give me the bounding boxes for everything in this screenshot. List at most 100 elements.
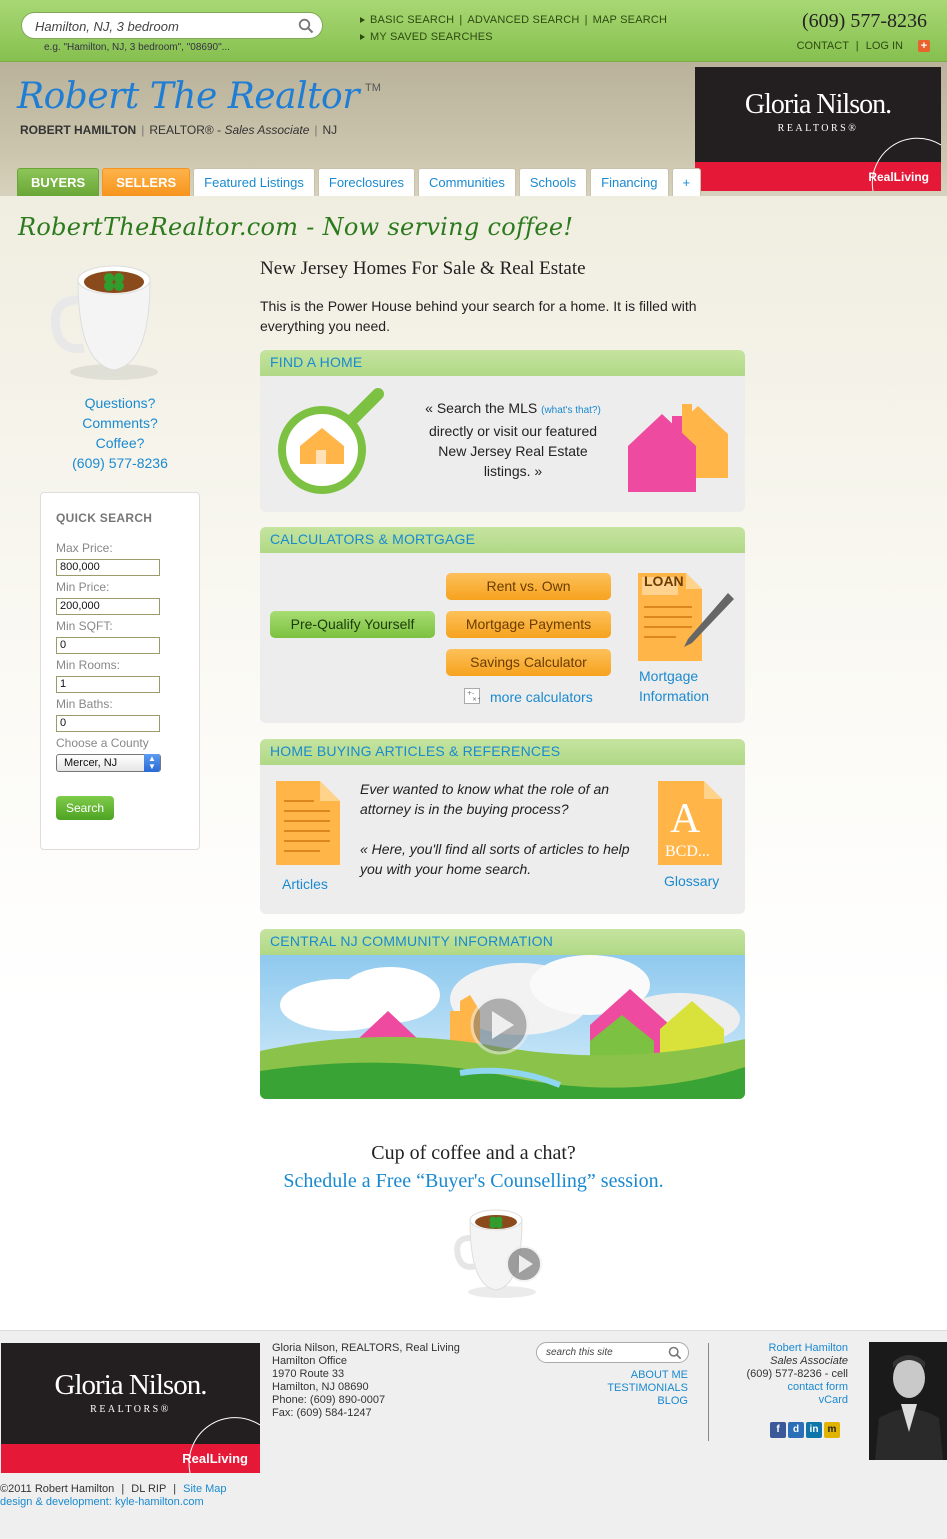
tab-communities[interactable]: Communities — [418, 168, 516, 196]
dl-rip-text: DL RIP — [131, 1483, 167, 1495]
find-home-text-b[interactable]: directly or visit our featured New Jerse… — [429, 423, 597, 479]
saved-searches-link[interactable]: MY SAVED SEARCHES — [370, 31, 493, 43]
contact-form-link[interactable]: contact form — [746, 1381, 848, 1394]
quick-search-panel: QUICK SEARCH Max Price: 800,000 Min Pric… — [40, 492, 200, 850]
max-price-input[interactable]: 800,000 — [56, 559, 160, 576]
glossary-letter: A — [670, 796, 701, 842]
footer-brokerage-logo[interactable]: Gloria Nilson. REALTORS® RealLiving — [1, 1343, 260, 1473]
tab-more[interactable]: + — [671, 168, 702, 196]
search-icon[interactable] — [298, 18, 314, 37]
top-bar: Hamilton, NJ, 3 bedroom e.g. "Hamilton, … — [0, 0, 947, 62]
savings-calculator-button[interactable]: Savings Calculator — [446, 649, 611, 676]
articles-header[interactable]: HOME BUYING ARTICLES & REFERENCES — [260, 739, 745, 765]
digg-icon[interactable]: d — [788, 1422, 804, 1438]
loan-label: LOAN — [644, 573, 684, 589]
address-line: Fax: (609) 584-1247 — [272, 1407, 372, 1419]
contact-phone[interactable]: (609) 577-8236 — [40, 453, 200, 473]
coffee-mug-icon — [48, 256, 178, 389]
about-me-link[interactable]: ABOUT ME — [607, 1369, 688, 1382]
tab-featured-listings[interactable]: Featured Listings — [193, 168, 315, 196]
tab-schools[interactable]: Schools — [518, 168, 588, 196]
meetup-icon[interactable]: m — [824, 1422, 840, 1438]
page-title: New Jersey Homes For Sale & Real Estate — [260, 258, 586, 279]
min-baths-input[interactable]: 0 — [56, 715, 160, 732]
calculators-panel: CALCULATORS & MORTGAGE Pre-Qualify Yours… — [260, 527, 745, 723]
plus-icon[interactable]: + — [918, 40, 930, 52]
min-sqft-input[interactable]: 0 — [56, 637, 160, 654]
cta-line2[interactable]: Schedule a Free “Buyer's Counselling” se… — [0, 1170, 947, 1193]
design-credit-link[interactable]: design & development: kyle-hamilton.com — [0, 1496, 227, 1509]
tab-financing[interactable]: Financing — [590, 168, 669, 196]
footer-divider — [708, 1343, 709, 1441]
site-search-placeholder: search this site — [546, 1347, 613, 1358]
coffee-link[interactable]: Coffee? — [40, 433, 200, 453]
min-baths-label: Min Baths: — [56, 697, 113, 711]
magnifier-house-icon[interactable] — [274, 386, 384, 498]
glossary-link[interactable]: Glossary — [664, 873, 719, 889]
find-home-panel: FIND A HOME « Search the MLS (what's tha… — [260, 350, 745, 512]
facebook-icon[interactable]: f — [770, 1422, 786, 1438]
office-address: Gloria Nilson, REALTORS, Real Living Ham… — [272, 1342, 460, 1420]
coffee-video-icon[interactable] — [452, 1208, 556, 1302]
tab-foreclosures[interactable]: Foreclosures — [317, 168, 416, 196]
counselling-cta: Cup of coffee and a chat? Schedule a Fre… — [0, 1142, 947, 1193]
mortgage-payments-button[interactable]: Mortgage Payments — [446, 611, 611, 638]
tab-sellers[interactable]: SELLERS — [102, 168, 191, 196]
prequalify-button[interactable]: Pre-Qualify Yourself — [270, 611, 435, 638]
copyright-block: ©2011 Robert Hamilton | DL RIP | Site Ma… — [0, 1483, 227, 1509]
vcard-link[interactable]: vCard — [746, 1394, 848, 1407]
basic-search-link[interactable]: BASIC SEARCH — [370, 14, 454, 26]
advanced-search-link[interactable]: ADVANCED SEARCH — [467, 14, 579, 26]
mortgage-info-link[interactable]: Mortgage Information — [639, 666, 709, 706]
map-search-link[interactable]: MAP SEARCH — [593, 14, 668, 26]
site-logo[interactable]: Robert The Realtor — [17, 76, 359, 117]
triangle-icon — [360, 17, 365, 23]
min-rooms-label: Min Rooms: — [56, 658, 121, 672]
contact-link[interactable]: CONTACT — [797, 40, 849, 52]
footer-brokerage-name: Gloria Nilson. — [54, 1369, 208, 1401]
blog-link[interactable]: BLOG — [607, 1395, 688, 1408]
articles-question: Ever wanted to know what the role of an … — [360, 781, 610, 817]
find-home-header[interactable]: FIND A HOME — [260, 350, 745, 376]
quick-search-button[interactable]: Search — [56, 796, 115, 820]
footer-links: ABOUT ME TESTIMONIALS BLOG — [607, 1369, 688, 1408]
address-line: Hamilton, NJ 08690 — [272, 1381, 369, 1393]
min-price-input[interactable]: 200,000 — [56, 598, 160, 615]
community-header[interactable]: CENTRAL NJ COMMUNITY INFORMATION — [260, 929, 745, 955]
questions-link[interactable]: Questions? — [40, 393, 200, 413]
min-rooms-input[interactable]: 1 — [56, 676, 160, 693]
mortgage-info-line2: Information — [639, 688, 710, 704]
cta-line1: Cup of coffee and a chat? — [371, 1142, 576, 1164]
footer-brokerage-tag: RealLiving — [182, 1451, 248, 1466]
min-price-label: Min Price: — [56, 580, 110, 594]
footer-agent-info: Robert Hamilton Sales Associate (609) 57… — [746, 1342, 848, 1407]
articles-link[interactable]: Articles — [282, 876, 328, 892]
address-line: Hamilton Office — [272, 1355, 347, 1367]
tab-buyers[interactable]: BUYERS — [17, 168, 100, 196]
find-home-text: « Search the MLS (what's that?) directly… — [418, 398, 608, 481]
more-calculators-link[interactable]: more calculators — [490, 689, 593, 705]
calculators-header[interactable]: CALCULATORS & MORTGAGE — [260, 527, 745, 553]
comments-link[interactable]: Comments? — [40, 413, 200, 433]
linkedin-icon[interactable]: in — [806, 1422, 822, 1438]
footer-agent-name[interactable]: Robert Hamilton — [746, 1342, 848, 1355]
search-input-value[interactable]: Hamilton, NJ, 3 bedroom — [35, 19, 179, 34]
county-select[interactable]: Mercer, NJ ▲ ▼ — [56, 754, 161, 772]
max-price-label: Max Price: — [56, 541, 113, 555]
location-search-input[interactable]: Hamilton, NJ, 3 bedroom — [21, 12, 323, 39]
rent-vs-own-button[interactable]: Rent vs. Own — [446, 573, 611, 600]
sitemap-link[interactable]: Site Map — [183, 1483, 226, 1495]
articles-description[interactable]: « Here, you'll find all sorts of article… — [360, 839, 650, 879]
search-icon[interactable] — [668, 1346, 682, 1363]
site-search-input[interactable]: search this site — [536, 1342, 689, 1363]
community-video-thumbnail[interactable] — [260, 955, 745, 1099]
whats-that-link[interactable]: (what's that?) — [541, 405, 601, 416]
login-link[interactable]: LOG IN — [866, 40, 903, 52]
svg-text:×÷: ×÷ — [472, 696, 480, 703]
houses-icon[interactable] — [624, 394, 734, 494]
brokerage-logo[interactable]: Gloria Nilson. REALTORS® RealLiving — [695, 67, 941, 191]
articles-document-icon[interactable] — [274, 777, 344, 869]
address-line: Gloria Nilson, REALTORS, Real Living — [272, 1342, 460, 1354]
testimonials-link[interactable]: TESTIMONIALS — [607, 1382, 688, 1395]
quick-search-title: QUICK SEARCH — [56, 511, 153, 525]
